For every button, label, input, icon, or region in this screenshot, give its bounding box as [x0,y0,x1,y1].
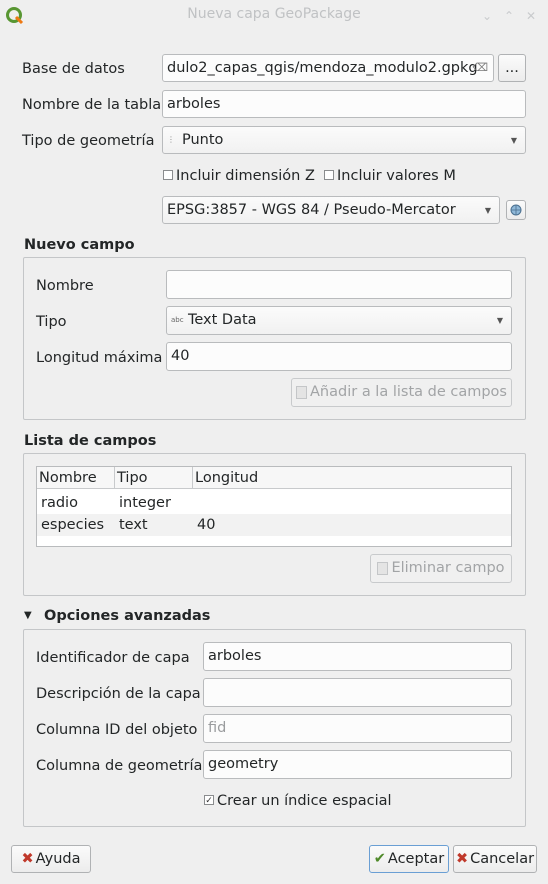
close-icon[interactable]: ✕ [524,9,538,23]
column-header-length[interactable]: Longitud [193,467,511,489]
spatial-index-label: Crear un índice espacial [217,793,392,809]
add-field-label: Añadir a la lista de campos [310,384,507,400]
point-geometry-icon: ⋮ [167,135,175,144]
spatial-index-checkbox[interactable]: ✓ [204,795,214,806]
include-z-label: Incluir dimensión Z [176,168,315,184]
minimize-icon[interactable]: ⌄ [480,9,494,23]
field-type-value: Text Data [188,312,257,328]
max-length-input[interactable]: 40 [166,342,512,371]
help-label: Ayuda [35,851,81,867]
globe-icon [510,204,522,216]
layer-id-input[interactable]: arboles [203,642,512,671]
remove-field-label: Eliminar campo [391,560,505,576]
remove-field-button[interactable]: Eliminar campo [370,554,512,583]
row-name-cell: especies [41,517,105,533]
layer-id-label: Identificador de capa [36,650,190,666]
new-field-section-title: Nuevo campo [24,237,135,253]
geometry-column-label: Columna de geometría [36,758,203,774]
include-m-label: Incluir valores M [337,168,456,184]
expand-triangle-icon[interactable]: ▼ [24,610,36,622]
field-name-label: Nombre [36,278,94,294]
fields-table[interactable]: Nombre Tipo Longitud radio integer espec… [36,466,512,547]
remove-field-icon [377,561,389,575]
window-title: Nueva capa GeoPackage [187,6,361,22]
column-header-name[interactable]: Nombre [37,467,115,489]
chevron-down-icon: ▼ [484,206,491,215]
field-name-input[interactable] [166,270,512,299]
accept-button[interactable]: ✔ Aceptar [369,845,449,873]
database-value: dulo2_capas_qgis/mendoza_modulo2.gpkg [167,60,478,76]
table-name-label: Nombre de la tabla [22,97,162,113]
browse-button[interactable]: ... [498,54,526,82]
clear-icon[interactable]: ⌫ [472,55,488,81]
chevron-down-icon: ▼ [510,136,517,145]
database-label: Base de datos [22,61,125,77]
field-list-section-title: Lista de campos [24,433,157,449]
include-m-checkbox[interactable] [324,170,334,180]
table-row[interactable]: especies text 40 [37,514,511,536]
include-z-checkbox[interactable] [163,170,173,180]
crs-value: EPSG:3857 - WGS 84 / Pseudo-Mercator [167,202,456,218]
checkmark-icon: ✔ [373,851,386,867]
maximize-icon[interactable]: ⌃ [502,9,516,23]
layer-description-label: Descripción de la capa [36,686,201,702]
cancel-icon: ✖ [455,851,469,867]
help-button[interactable]: ✖ Ayuda [11,845,91,873]
column-header-type[interactable]: Tipo [115,467,193,489]
crs-select[interactable]: EPSG:3857 - WGS 84 / Pseudo-Mercator ▼ [162,196,500,224]
row-type-cell: integer [119,495,171,511]
add-field-icon [296,385,308,399]
row-type-cell: text [119,517,148,533]
help-icon: ✖ [21,851,34,867]
geometry-type-value: Punto [182,132,224,148]
fid-column-input[interactable]: fid [203,714,512,743]
row-length-cell: 40 [197,517,216,533]
field-type-label: Tipo [36,314,67,330]
layer-description-input[interactable] [203,678,512,707]
chevron-down-icon: ▼ [496,316,503,325]
cancel-button[interactable]: ✖ Cancelar [453,845,537,873]
table-name-input[interactable]: arboles [162,90,526,118]
accept-label: Aceptar [387,851,445,867]
fid-column-label: Columna ID del objeto [36,722,198,738]
field-type-select[interactable]: abc Text Data ▼ [166,306,512,335]
database-input[interactable]: dulo2_capas_qgis/mendoza_modulo2.gpkg ⌫ [162,54,494,82]
text-type-icon: abc [171,316,184,324]
advanced-section-title[interactable]: Opciones avanzadas [44,606,210,626]
add-field-button[interactable]: Añadir a la lista de campos [291,378,512,407]
table-row[interactable]: radio integer [37,492,511,514]
geometry-column-input[interactable]: geometry [203,750,512,779]
geometry-type-label: Tipo de geometría [22,133,155,149]
crs-selector-button[interactable] [506,200,526,220]
max-length-label: Longitud máxima [36,350,163,366]
geometry-type-select[interactable]: ⋮ Punto ▼ [162,126,526,154]
cancel-label: Cancelar [470,851,535,867]
row-name-cell: radio [41,495,78,511]
